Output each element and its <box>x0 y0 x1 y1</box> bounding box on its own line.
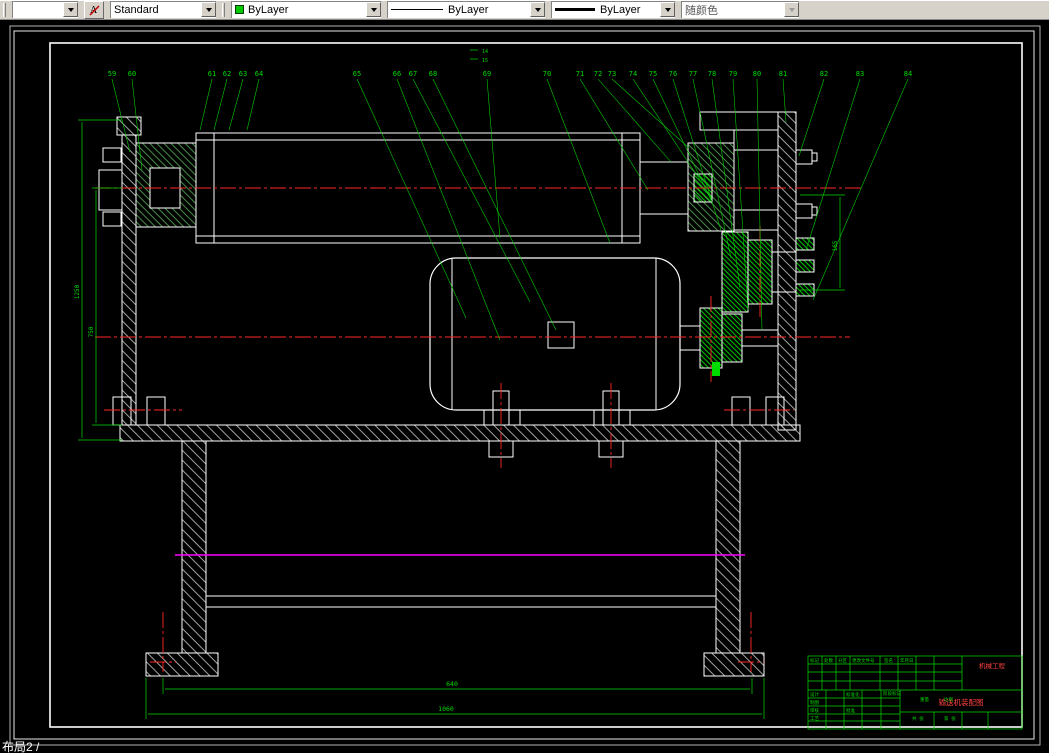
linetype-sample-icon <box>391 9 443 10</box>
svg-text:80: 80 <box>753 70 761 78</box>
cad-application-window: A Standard ByLayer ByLayer ByLayer 随颜色 5… <box>0 0 1049 753</box>
svg-text:73: 73 <box>608 70 616 78</box>
svg-text:71: 71 <box>576 70 584 78</box>
svg-text:750: 750 <box>88 326 95 337</box>
color-control-combo[interactable]: ByLayer <box>231 1 381 18</box>
svg-text:制图: 制图 <box>810 699 819 706</box>
svg-text:61: 61 <box>208 70 216 78</box>
chevron-down-icon[interactable] <box>366 2 381 17</box>
svg-text:阶段标记: 阶段标记 <box>883 690 901 697</box>
toolbar-grip[interactable] <box>222 2 225 17</box>
svg-text:67: 67 <box>409 70 417 78</box>
lineweight-sample-icon <box>555 8 595 11</box>
svg-text:65: 65 <box>353 70 361 78</box>
svg-text:83: 83 <box>856 70 864 78</box>
svg-text:设计: 设计 <box>810 691 819 698</box>
svg-text:批准: 批准 <box>846 707 855 714</box>
text-style-value: Standard <box>114 3 159 16</box>
svg-text:处数: 处数 <box>824 657 833 664</box>
text-style-combo[interactable]: Standard <box>110 1 216 18</box>
svg-text:62: 62 <box>223 70 231 78</box>
svg-text:第 张: 第 张 <box>944 715 956 722</box>
balloon-labels: 59 60 61 62 63 64 65 66 67 68 69 70 71 72 73 74 75 76 77 78… <box>108 70 912 78</box>
chevron-down-icon[interactable] <box>201 2 216 17</box>
drawing-canvas[interactable]: 59 60 61 62 63 64 65 66 67 68 69 70 71 72 73 74 75 76 77 78… <box>0 20 1049 753</box>
svg-text:59: 59 <box>108 70 116 78</box>
linetype-value: ByLayer <box>448 3 489 16</box>
layout-tab[interactable]: 布局2 / <box>2 741 39 753</box>
svg-text:640: 640 <box>446 680 458 688</box>
svg-text:66: 66 <box>393 70 401 78</box>
svg-text:1250: 1250 <box>74 284 81 299</box>
roller-assembly <box>98 116 689 426</box>
text-style-icon: A <box>88 5 100 16</box>
svg-text:审核: 审核 <box>810 707 819 714</box>
svg-text:68: 68 <box>429 70 437 78</box>
svg-text:81: 81 <box>779 70 787 78</box>
lineweight-control-combo[interactable]: ByLayer <box>551 1 675 18</box>
title-block: 机械工程输送机装配图标记 处数 分区 更改文件号 签名 年月日设计制图审核工艺标准化批准阶… <box>807 655 1023 730</box>
drive-assembly <box>687 111 818 431</box>
svg-text:69: 69 <box>483 70 491 78</box>
dim-style-combo[interactable] <box>12 1 78 18</box>
svg-text:重量: 重量 <box>920 696 929 703</box>
chevron-down-icon[interactable] <box>63 2 78 17</box>
svg-text:76: 76 <box>669 70 677 78</box>
toolbar-grip[interactable] <box>3 2 6 17</box>
text-style-button[interactable]: A <box>84 0 104 19</box>
svg-text:72: 72 <box>594 70 602 78</box>
color-swatch-icon <box>235 5 244 14</box>
svg-text:84: 84 <box>904 70 912 78</box>
svg-text:78: 78 <box>708 70 716 78</box>
paper-frame <box>9 25 1041 746</box>
svg-text:1060: 1060 <box>438 705 454 713</box>
svg-text:14: 14 <box>482 49 488 55</box>
svg-text:63: 63 <box>239 70 247 78</box>
svg-text:更改文件号: 更改文件号 <box>852 657 875 664</box>
svg-text:74: 74 <box>629 70 637 78</box>
model-space[interactable]: 59 60 61 62 63 64 65 66 67 68 69 70 71 72 73 74 75 76 77 78… <box>0 20 1049 753</box>
svg-text:79: 79 <box>729 70 737 78</box>
svg-text:82: 82 <box>820 70 828 78</box>
lineweight-value: ByLayer <box>600 3 641 16</box>
chevron-down-icon[interactable] <box>660 2 675 17</box>
svg-text:70: 70 <box>543 70 551 78</box>
chevron-down-icon[interactable] <box>530 2 545 17</box>
plot-style-value: 随颜色 <box>685 4 718 17</box>
plot-style-control-combo: 随颜色 <box>681 1 799 18</box>
svg-text:机械工程: 机械工程 <box>979 661 1006 670</box>
svg-text:年月日: 年月日 <box>900 657 914 664</box>
svg-text:75: 75 <box>649 70 657 78</box>
svg-text:共 张: 共 张 <box>912 715 924 722</box>
svg-text:15: 15 <box>482 58 488 64</box>
svg-text:分区: 分区 <box>838 657 847 664</box>
svg-text:签名: 签名 <box>884 657 893 664</box>
svg-text:标记: 标记 <box>810 657 819 664</box>
base-and-stand <box>112 390 801 677</box>
styles-properties-toolbar: A Standard ByLayer ByLayer ByLayer 随颜色 <box>0 0 1049 20</box>
svg-text:165: 165 <box>832 240 839 251</box>
svg-text:工艺: 工艺 <box>810 716 819 722</box>
svg-text:64: 64 <box>255 70 263 78</box>
svg-text:77: 77 <box>689 70 697 78</box>
svg-text:标准化: 标准化 <box>846 691 860 698</box>
svg-text:60: 60 <box>128 70 136 78</box>
linetype-control-combo[interactable]: ByLayer <box>387 1 545 18</box>
svg-text:比例: 比例 <box>944 696 953 703</box>
color-value: ByLayer <box>248 3 289 16</box>
chevron-down-icon <box>784 2 799 17</box>
